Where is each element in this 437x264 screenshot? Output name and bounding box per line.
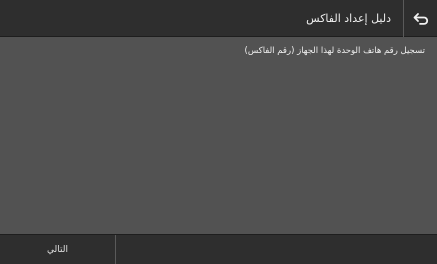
instruction-text: تسجيل رقم هاتف الوحدة لهذا الجهاز (رقم ا… (244, 46, 426, 56)
footer-bar: التالي (0, 234, 437, 264)
title-bar: دليل إعداد الفاكس (0, 0, 437, 37)
back-arrow-icon (413, 12, 429, 26)
fax-setup-screen: دليل إعداد الفاكس تسجيل رقم هاتف الوحدة … (0, 0, 437, 264)
content-area: تسجيل رقم هاتف الوحدة لهذا الجهاز (رقم ا… (0, 37, 437, 234)
back-button[interactable] (403, 0, 437, 37)
page-title: دليل إعداد الفاكس (306, 12, 391, 25)
next-button[interactable]: التالي (0, 235, 116, 264)
